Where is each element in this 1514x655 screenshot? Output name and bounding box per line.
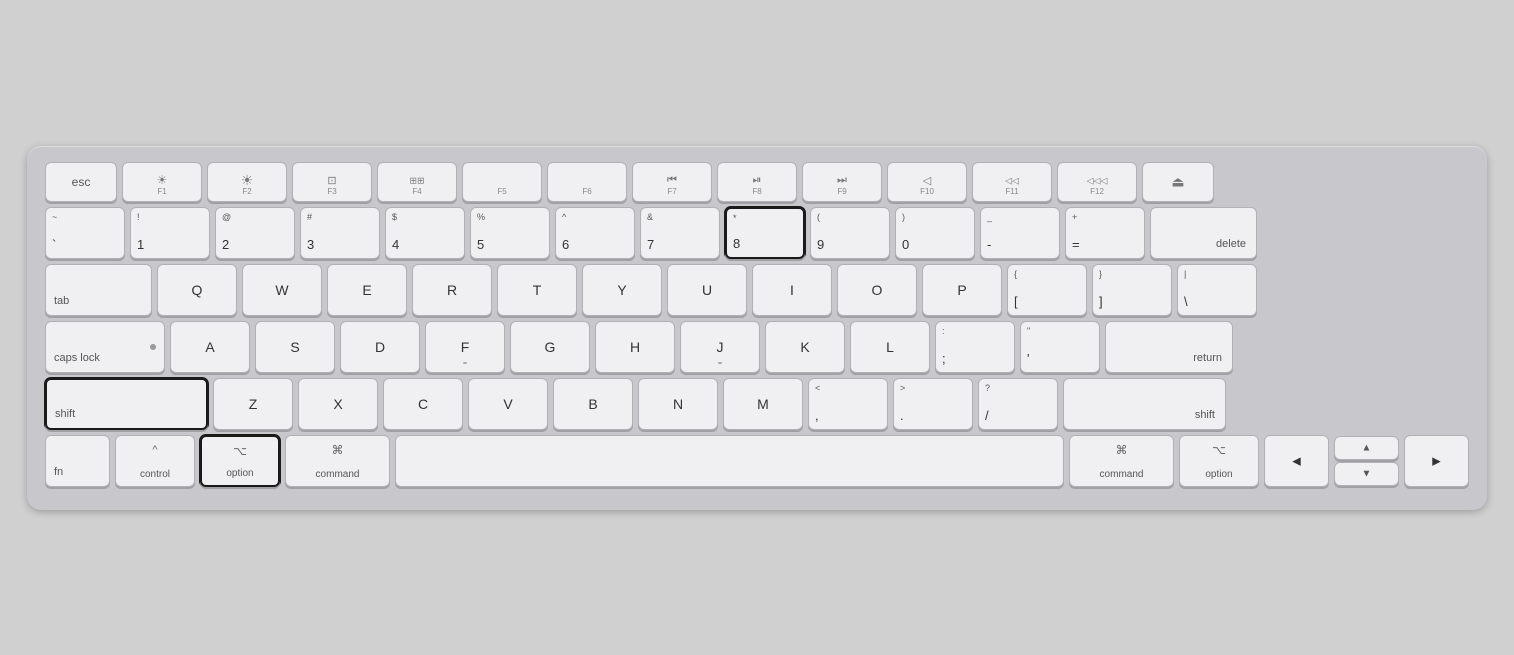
- key-0[interactable]: ) 0: [895, 207, 975, 259]
- key-u[interactable]: U: [667, 264, 747, 316]
- key-1[interactable]: ! 1: [130, 207, 210, 259]
- key-c[interactable]: C: [383, 378, 463, 430]
- key-backslash[interactable]: | \: [1177, 264, 1257, 316]
- key-option-left[interactable]: ⌥ option: [200, 435, 280, 487]
- key-option-right[interactable]: ⌥ option: [1179, 435, 1259, 487]
- qwerty-row: tab Q W E R T Y U I O P: [45, 264, 1469, 316]
- key-f2[interactable]: ☀ F2: [207, 162, 287, 202]
- key-2[interactable]: @ 2: [215, 207, 295, 259]
- key-h[interactable]: H: [595, 321, 675, 373]
- key-period[interactable]: > .: [893, 378, 973, 430]
- asdf-row: caps lock A S D F G H J K L: [45, 321, 1469, 373]
- key-6[interactable]: ^ 6: [555, 207, 635, 259]
- key-control[interactable]: ^ control: [115, 435, 195, 487]
- key-comma[interactable]: < ,: [808, 378, 888, 430]
- key-o[interactable]: O: [837, 264, 917, 316]
- key-d[interactable]: D: [340, 321, 420, 373]
- key-f12[interactable]: ◁◁◁ F12: [1057, 162, 1137, 202]
- key-arrow-right[interactable]: ▶: [1404, 435, 1469, 487]
- key-p[interactable]: P: [922, 264, 1002, 316]
- key-f8[interactable]: ⏯ F8: [717, 162, 797, 202]
- key-minus[interactable]: _ -: [980, 207, 1060, 259]
- key-tilde[interactable]: ~ `: [45, 207, 125, 259]
- keyboard: esc ☀ F1 ☀ F2 ⊡ F3 ⊞⊞ F4 F5 F6 ⏮ F7 ⏯: [27, 146, 1487, 510]
- key-arrow-down[interactable]: ▼: [1334, 462, 1399, 486]
- fn-row: esc ☀ F1 ☀ F2 ⊡ F3 ⊞⊞ F4 F5 F6 ⏮ F7 ⏯: [45, 162, 1469, 202]
- key-rbracket[interactable]: } ]: [1092, 264, 1172, 316]
- key-space[interactable]: [395, 435, 1064, 487]
- key-s[interactable]: S: [255, 321, 335, 373]
- key-a[interactable]: A: [170, 321, 250, 373]
- key-f7[interactable]: ⏮ F7: [632, 162, 712, 202]
- key-3[interactable]: # 3: [300, 207, 380, 259]
- key-g[interactable]: G: [510, 321, 590, 373]
- key-shift-left[interactable]: shift: [45, 378, 208, 430]
- key-i[interactable]: I: [752, 264, 832, 316]
- key-j[interactable]: J: [680, 321, 760, 373]
- key-q[interactable]: Q: [157, 264, 237, 316]
- key-w[interactable]: W: [242, 264, 322, 316]
- key-equals[interactable]: + =: [1065, 207, 1145, 259]
- key-f5[interactable]: F5: [462, 162, 542, 202]
- key-slash[interactable]: ? /: [978, 378, 1058, 430]
- key-y[interactable]: Y: [582, 264, 662, 316]
- caps-lock-indicator: [150, 344, 156, 350]
- key-command-left[interactable]: ⌘ command: [285, 435, 390, 487]
- key-b[interactable]: B: [553, 378, 633, 430]
- zxcv-row: shift Z X C V B N M < , > .: [45, 378, 1469, 430]
- key-return[interactable]: return: [1105, 321, 1233, 373]
- bottom-row: fn ^ control ⌥ option ⌘ command ⌘ comman…: [45, 435, 1469, 487]
- key-4[interactable]: $ 4: [385, 207, 465, 259]
- key-arrow-up[interactable]: ▲: [1334, 436, 1399, 460]
- key-f6[interactable]: F6: [547, 162, 627, 202]
- key-k[interactable]: K: [765, 321, 845, 373]
- key-command-right[interactable]: ⌘ command: [1069, 435, 1174, 487]
- key-quote[interactable]: " ': [1020, 321, 1100, 373]
- key-arrow-left[interactable]: ◀: [1264, 435, 1329, 487]
- key-caps-lock[interactable]: caps lock: [45, 321, 165, 373]
- key-semicolon[interactable]: : ;: [935, 321, 1015, 373]
- key-e[interactable]: E: [327, 264, 407, 316]
- key-delete[interactable]: delete: [1150, 207, 1257, 259]
- key-m[interactable]: M: [723, 378, 803, 430]
- key-f9[interactable]: ⏭ F9: [802, 162, 882, 202]
- key-7[interactable]: & 7: [640, 207, 720, 259]
- key-f1[interactable]: ☀ F1: [122, 162, 202, 202]
- key-x[interactable]: X: [298, 378, 378, 430]
- key-t[interactable]: T: [497, 264, 577, 316]
- key-f11[interactable]: ◁◁ F11: [972, 162, 1052, 202]
- key-v[interactable]: V: [468, 378, 548, 430]
- key-lbracket[interactable]: { [: [1007, 264, 1087, 316]
- key-f4[interactable]: ⊞⊞ F4: [377, 162, 457, 202]
- key-8[interactable]: * 8: [725, 207, 805, 259]
- key-shift-right[interactable]: shift: [1063, 378, 1226, 430]
- key-f[interactable]: F: [425, 321, 505, 373]
- key-9[interactable]: ( 9: [810, 207, 890, 259]
- key-l[interactable]: L: [850, 321, 930, 373]
- key-eject[interactable]: ⏏: [1142, 162, 1214, 202]
- key-f10[interactable]: ◁ F10: [887, 162, 967, 202]
- key-5[interactable]: % 5: [470, 207, 550, 259]
- key-n[interactable]: N: [638, 378, 718, 430]
- number-row: ~ ` ! 1 @ 2 # 3 $ 4 % 5 ^ 6 & 7: [45, 207, 1469, 259]
- key-z[interactable]: Z: [213, 378, 293, 430]
- key-esc[interactable]: esc: [45, 162, 117, 202]
- key-fn[interactable]: fn: [45, 435, 110, 487]
- key-r[interactable]: R: [412, 264, 492, 316]
- key-f3[interactable]: ⊡ F3: [292, 162, 372, 202]
- arrow-up-down-container: ▲ ▼: [1334, 436, 1399, 486]
- key-tab[interactable]: tab: [45, 264, 152, 316]
